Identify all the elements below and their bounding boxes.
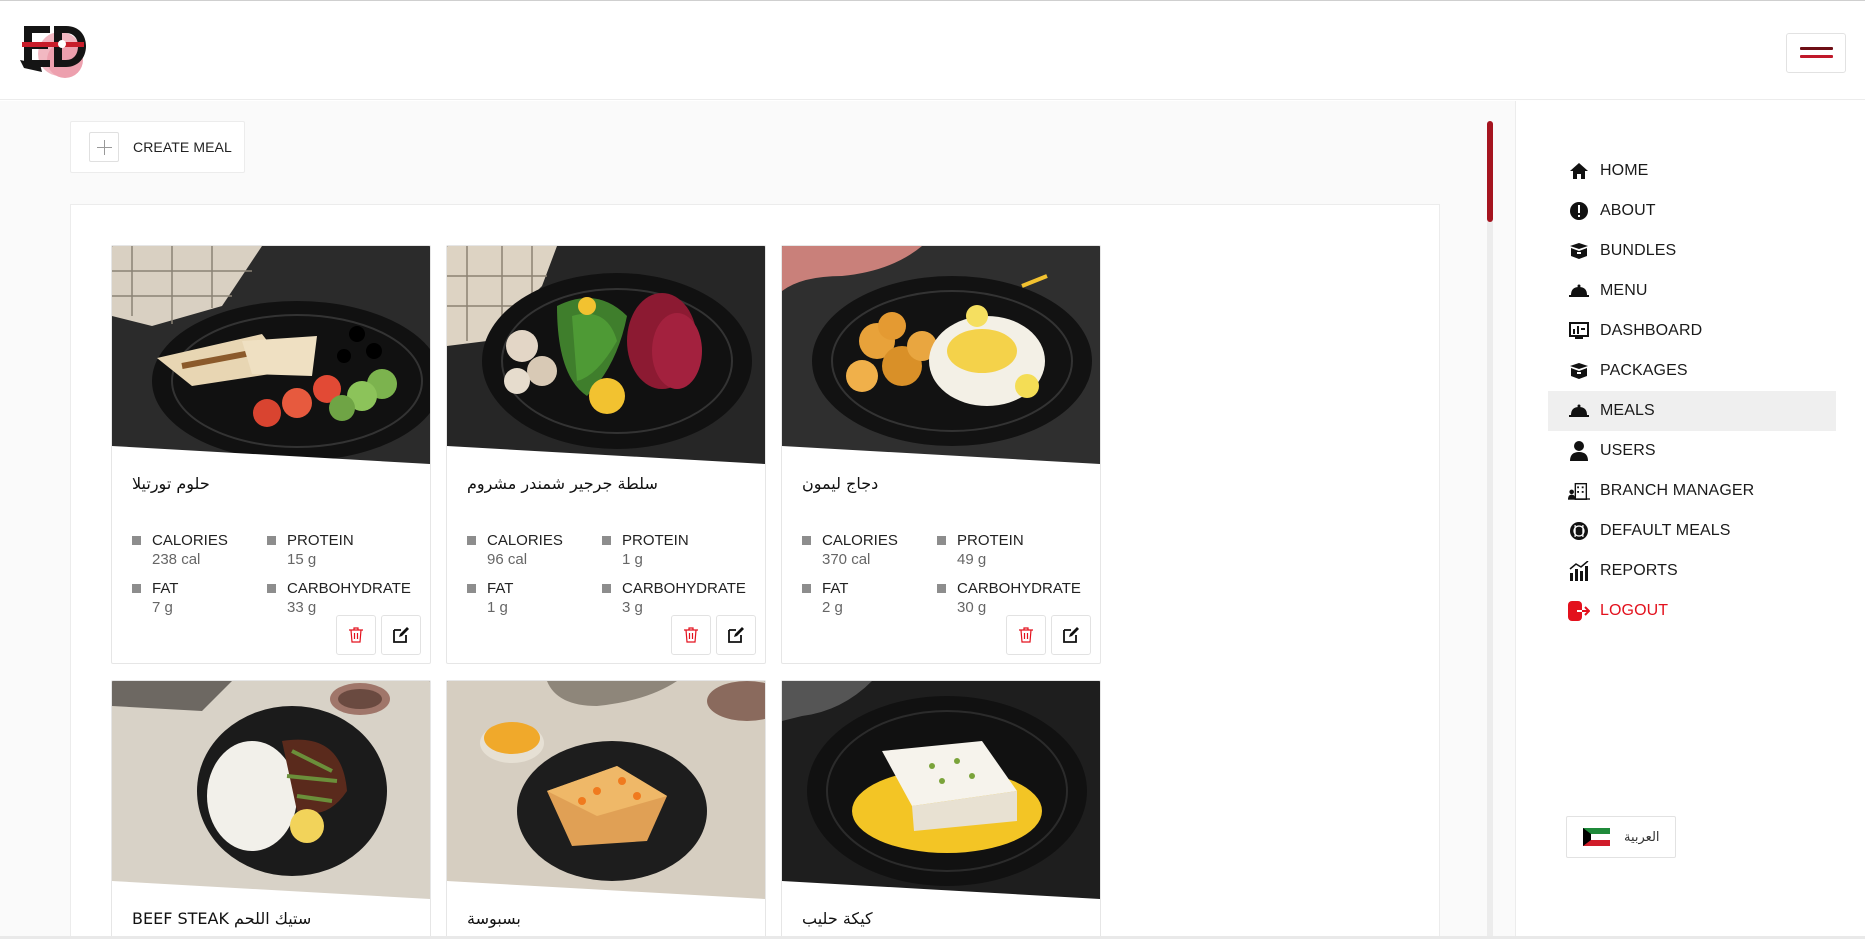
meal-card: حلوم تورتيلا CALORIES 238 cal PROTEIN 15 g… [111,245,431,664]
scrollbar-thumb[interactable] [1487,121,1493,222]
delete-meal-button[interactable] [1006,615,1046,655]
meal-name: سلطة جرجير شمندر مشروم [467,474,658,493]
sidebar-item-branch-manager[interactable]: BRANCH MANAGER [1548,471,1836,511]
sidebar-item-bundles[interactable]: BUNDLES [1548,231,1836,271]
meal-name: بسبوسة [467,909,521,928]
meals-panel: حلوم تورتيلا CALORIES 238 cal PROTEIN 15 g… [70,204,1440,939]
edit-meal-button[interactable] [716,615,756,655]
meal-name: دجاج ليمون [802,474,879,493]
home-icon [1568,160,1590,182]
trash-icon [1019,627,1033,643]
utensils-icon [1568,520,1590,542]
edit-icon [1063,627,1079,643]
hamburger-icon-line [1800,55,1833,58]
sidebar-item-menu[interactable]: MENU [1548,271,1836,311]
menu-toggle-button[interactable] [1786,33,1846,73]
cloche-icon [1568,400,1590,422]
meal-photo [447,246,765,466]
bullet-icon [467,536,476,545]
meal-photo [447,681,765,901]
meal-name: BEEF STEAK ستيك اللحم [132,909,312,928]
delete-meal-button[interactable] [336,615,376,655]
meal-photo [782,246,1100,466]
app-logo[interactable] [20,20,96,82]
edit-meal-button[interactable] [381,615,421,655]
sidebar-item-default-meals[interactable]: DEFAULT MEALS [1548,511,1836,551]
hamburger-icon [1800,47,1833,50]
meal-name: كيكة حليب [802,909,873,928]
edit-meal-button[interactable] [1051,615,1091,655]
meal-card: BEEF STEAK ستيك اللحم [111,680,431,938]
logout-icon [1568,600,1590,622]
bullet-icon [802,536,811,545]
edit-icon [728,627,744,643]
bullet-icon [267,536,276,545]
meal-photo [782,681,1100,901]
sidebar-item-dashboard[interactable]: DASHBOARD [1548,311,1836,351]
trash-icon [684,627,698,643]
building-icon [1568,480,1590,502]
sidebar-item-users[interactable]: USERS [1548,431,1836,471]
create-meal-label: CREATE MEAL [133,139,232,155]
edit-icon [393,627,409,643]
sidebar-item-packages[interactable]: PACKAGES [1548,351,1836,391]
meal-card: دجاج ليمون CALORIES 370 cal PROTEIN 49 g F… [781,245,1101,664]
plus-icon [89,132,119,162]
bullet-icon [267,584,276,593]
user-icon [1568,440,1590,462]
bullet-icon [132,584,141,593]
sidebar-item-reports[interactable]: REPORTS [1548,551,1836,591]
bullet-icon [467,584,476,593]
kuwait-flag-icon [1583,828,1610,846]
sidebar-item-meals[interactable]: MEALS [1548,391,1836,431]
chart-icon [1568,560,1590,582]
main-content: CREATE MEAL حلوم تورتيلا CALORIES 238 ca… [0,101,1515,939]
bullet-icon [132,536,141,545]
sidebar-item-home[interactable]: HOME [1548,151,1836,191]
sidebar: HOME ABOUT BUNDLES MENU DASHBOARD PACKAG… [1515,101,1865,939]
box-icon [1568,240,1590,262]
app-header [0,1,1865,100]
meal-card: سلطة جرجير شمندر مشروم CALORIES 96 cal PR… [446,245,766,664]
create-meal-button[interactable]: CREATE MEAL [70,121,245,173]
meal-card: كيكة حليب [781,680,1101,938]
bullet-icon [602,536,611,545]
scrollbar-track[interactable] [1487,121,1493,939]
bullet-icon [937,536,946,545]
meal-photo [112,246,430,466]
language-switch-button[interactable]: العربية [1566,816,1676,858]
meal-name: حلوم تورتيلا [132,474,210,493]
sidebar-item-logout[interactable]: LOGOUT [1548,591,1836,631]
bullet-icon [802,584,811,593]
sidebar-item-about[interactable]: ABOUT [1548,191,1836,231]
cloche-icon [1568,280,1590,302]
bullet-icon [602,584,611,593]
ed-logo-icon [20,26,86,78]
language-label: العربية [1624,829,1660,845]
bullet-icon [937,584,946,593]
dashboard-icon [1568,320,1590,342]
meal-photo [112,681,430,901]
delete-meal-button[interactable] [671,615,711,655]
info-icon [1568,200,1590,222]
meal-card: بسبوسة [446,680,766,938]
box-icon [1568,360,1590,382]
trash-icon [349,627,363,643]
